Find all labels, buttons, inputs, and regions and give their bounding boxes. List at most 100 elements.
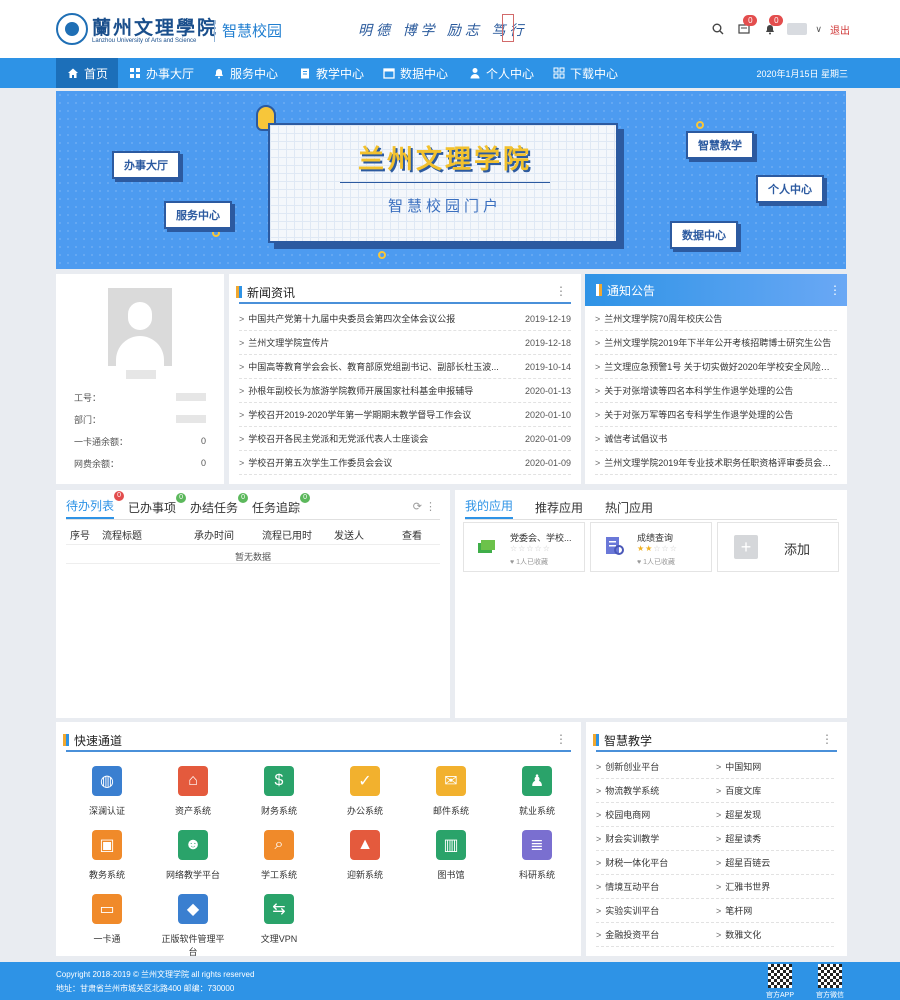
quick-item-8[interactable]: ☻ 网络教学平台 [158, 830, 228, 886]
smart-link[interactable]: > 数雅文化 [716, 923, 834, 947]
tab-done[interactable]: 已办事项 0 [128, 493, 187, 519]
smart-link[interactable]: > 财税一体化平台 [596, 851, 714, 875]
smart-link[interactable]: > 校园电商网 [596, 803, 714, 827]
news-text[interactable]: 中国共产党第十九届中央委员会第四次全体会议公报 [248, 312, 519, 325]
school-name[interactable]: 蘭州文理學院 [92, 13, 218, 40]
smart-link[interactable]: > 超星读秀 [716, 827, 834, 851]
avatar[interactable] [108, 288, 172, 366]
qr-code-app[interactable] [768, 964, 792, 988]
quick-item-2[interactable]: ⌂ 资产系统 [158, 766, 228, 822]
smart-link[interactable]: > 汇雅书世界 [716, 875, 834, 899]
quick-item-1[interactable]: ◍ 深澜认证 [72, 766, 142, 822]
more-icon[interactable]: ⋮ [829, 283, 841, 297]
quick-item-15[interactable]: ⇆ 文理VPN [244, 894, 314, 950]
notice-item[interactable]: > 兰州文理学院2019年专业技术职务任职资格评审委员会会... [595, 451, 837, 475]
notice-text[interactable]: 兰州文理学院2019年专业技术职务任职资格评审委员会会... [604, 456, 837, 469]
news-item[interactable]: > 学校召开2019-2020学年第一学期期末教学督导工作会议 2020-01-10 [239, 403, 571, 427]
banner-bubble-data-center[interactable]: 数据中心 [670, 221, 738, 249]
banner-bubble-personal-center[interactable]: 个人中心 [756, 175, 824, 203]
banner-title: 兰州文理学院 [357, 144, 532, 174]
quick-item-3[interactable]: $ 财务系统 [244, 766, 314, 822]
nav-item-teaching-center[interactable]: 教学中心 [288, 58, 374, 88]
refresh-icon[interactable]: ⟳ ⋮ [413, 500, 436, 513]
nav-item-download-center[interactable]: 下载中心 [542, 58, 628, 88]
search-icon[interactable] [709, 21, 727, 37]
news-text[interactable]: 孙根年副校长为旅游学院教师开展国家社科基金申报辅导 [248, 384, 519, 397]
notice-text[interactable]: 兰州文理学院2019年下半年公开考核招聘博士研究生公告 [604, 336, 837, 349]
news-text[interactable]: 学校召开2019-2020学年第一学期期末教学督导工作会议 [248, 408, 519, 421]
smart-link[interactable]: > 超星发现 [716, 803, 834, 827]
more-icon[interactable]: ⋮ [821, 732, 833, 746]
add-app-button[interactable]: + 添加 [717, 522, 839, 572]
notice-text[interactable]: 兰州文理学院70周年校庆公告 [604, 312, 837, 325]
tab-hot-apps[interactable]: 热门应用 [605, 499, 653, 519]
smart-link[interactable]: > 金融投资平台 [596, 923, 714, 947]
quick-item-12[interactable]: ≣ 科研系统 [502, 830, 572, 886]
news-text[interactable]: 学校召开第五次学生工作委员会会议 [248, 456, 519, 469]
smart-link[interactable]: > 物流教学系统 [596, 779, 714, 803]
notice-text[interactable]: 兰文理应急预警1号 关于切实做好2020年学校安全风险防... [604, 360, 837, 373]
more-icon[interactable]: ⋮ [555, 732, 567, 746]
quick-item-7[interactable]: ▣ 教务系统 [72, 830, 142, 886]
news-item[interactable]: > 兰州文理学院宣传片 2019-12-18 [239, 331, 571, 355]
tab-recommended-apps[interactable]: 推荐应用 [535, 499, 583, 519]
smart-link[interactable]: > 超星百链云 [716, 851, 834, 875]
banner-bubble-service-center[interactable]: 服务中心 [164, 201, 232, 229]
message-icon[interactable]: 0 [735, 15, 758, 37]
nav-item-personal-center[interactable]: 个人中心 [458, 58, 544, 88]
bell-icon[interactable]: 0 [761, 15, 784, 37]
smart-link[interactable]: > 实验实训平台 [596, 899, 714, 923]
nav-item-home[interactable]: 首页 [56, 58, 119, 88]
banner-bubble-service-hall[interactable]: 办事大厅 [112, 151, 180, 179]
smart-link[interactable]: > 百度文库 [716, 779, 834, 803]
smart-link[interactable]: > 创新创业平台 [596, 755, 714, 779]
quick-item-11[interactable]: ▥ 图书馆 [416, 830, 486, 886]
news-text[interactable]: 学校召开各民主党派和无党派代表人士座谈会 [248, 432, 519, 445]
quick-item-4[interactable]: ✓ 办公系统 [330, 766, 400, 822]
chevron-right-icon: > [716, 929, 722, 940]
nav-item-service-hall[interactable]: 办事大厅 [118, 58, 204, 88]
qr-code-wechat[interactable] [818, 964, 842, 988]
app-tile-grade-query[interactable]: 成绩查询 ★★☆☆☆ ♥ 1人已收藏 [590, 522, 712, 572]
nav-item-data-center[interactable]: 数据中心 [372, 58, 458, 88]
app-tile[interactable]: 党委会、学校... ☆☆☆☆☆ ♥ 1人已收藏 [463, 522, 585, 572]
notice-item[interactable]: > 兰文理应急预警1号 关于切实做好2020年学校安全风险防... [595, 355, 837, 379]
news-text[interactable]: 中国高等教育学会会长、教育部原党组副书记、副部长杜玉波... [248, 360, 519, 373]
notice-text[interactable]: 关于对张万军等四名专科学生作退学处理的公告 [604, 408, 837, 421]
notice-item[interactable]: > 关于对张万军等四名专科学生作退学处理的公告 [595, 403, 837, 427]
notice-item[interactable]: > 关于对张增读等四名本科学生作退学处理的公告 [595, 379, 837, 403]
school-seal-logo[interactable] [56, 13, 88, 45]
tab-tracking[interactable]: 任务追踪 0 [252, 493, 311, 519]
news-item[interactable]: > 孙根年副校长为旅游学院教师开展国家社科基金申报辅导 2020-01-13 [239, 379, 571, 403]
user-name-masked[interactable] [787, 23, 808, 35]
news-item[interactable]: > 学校召开各民主党派和无党派代表人士座谈会 2020-01-09 [239, 427, 571, 451]
quick-item-9[interactable]: ⌕ 学工系统 [244, 830, 314, 886]
smart-link[interactable]: > 中国知网 [716, 755, 834, 779]
news-item[interactable]: > 中国共产党第十九届中央委员会第四次全体会议公报 2019-12-19 [239, 307, 571, 331]
banner-bubble-smart-teaching[interactable]: 智慧教学 [686, 131, 754, 159]
notice-item[interactable]: > 诚信考试倡议书 [595, 427, 837, 451]
quick-item-6[interactable]: ♟ 就业系统 [502, 766, 572, 822]
quick-item-14[interactable]: ◆ 正版软件管理平台 [158, 894, 228, 957]
quick-item-13[interactable]: ▭ 一卡通 [72, 894, 142, 950]
news-text[interactable]: 兰州文理学院宣传片 [248, 336, 519, 349]
notice-text[interactable]: 诚信考试倡议书 [604, 432, 837, 445]
smart-link[interactable]: > 笔杆网 [716, 899, 834, 923]
tab-todo[interactable]: 待办列表 0 [66, 491, 125, 519]
notice-text[interactable]: 关于对张增读等四名本科学生作退学处理的公告 [604, 384, 837, 397]
quick-item-10[interactable]: ▲ 迎新系统 [330, 830, 400, 886]
notice-item[interactable]: > 兰州文理学院70周年校庆公告 [595, 307, 837, 331]
portal-banner[interactable]: 兰州文理学院 智慧校园门户 办事大厅 服务中心 智慧教学 个人中心 数据中心 [56, 91, 846, 269]
notice-item[interactable]: > 兰州文理学院2019年下半年公开考核招聘博士研究生公告 [595, 331, 837, 355]
tab-finished[interactable]: 办结任务 0 [190, 493, 249, 519]
news-item[interactable]: > 学校召开第五次学生工作委员会会议 2020-01-09 [239, 451, 571, 475]
news-item[interactable]: > 中国高等教育学会会长、教育部原党组副书记、副部长杜玉波... 2019-10-1… [239, 355, 571, 379]
smart-link[interactable]: > 财会实训教学 [596, 827, 714, 851]
tab-my-apps[interactable]: 我的应用 [465, 497, 514, 519]
quick-item-5[interactable]: ✉ 邮件系统 [416, 766, 486, 822]
smart-link[interactable]: > 情境互动平台 [596, 875, 714, 899]
more-icon[interactable]: ⋮ [555, 284, 567, 298]
nav-item-service-center[interactable]: 服务中心 [202, 58, 288, 88]
chevron-down-icon[interactable]: ∨ [815, 24, 822, 35]
logout-link[interactable]: 退出 [830, 22, 850, 37]
